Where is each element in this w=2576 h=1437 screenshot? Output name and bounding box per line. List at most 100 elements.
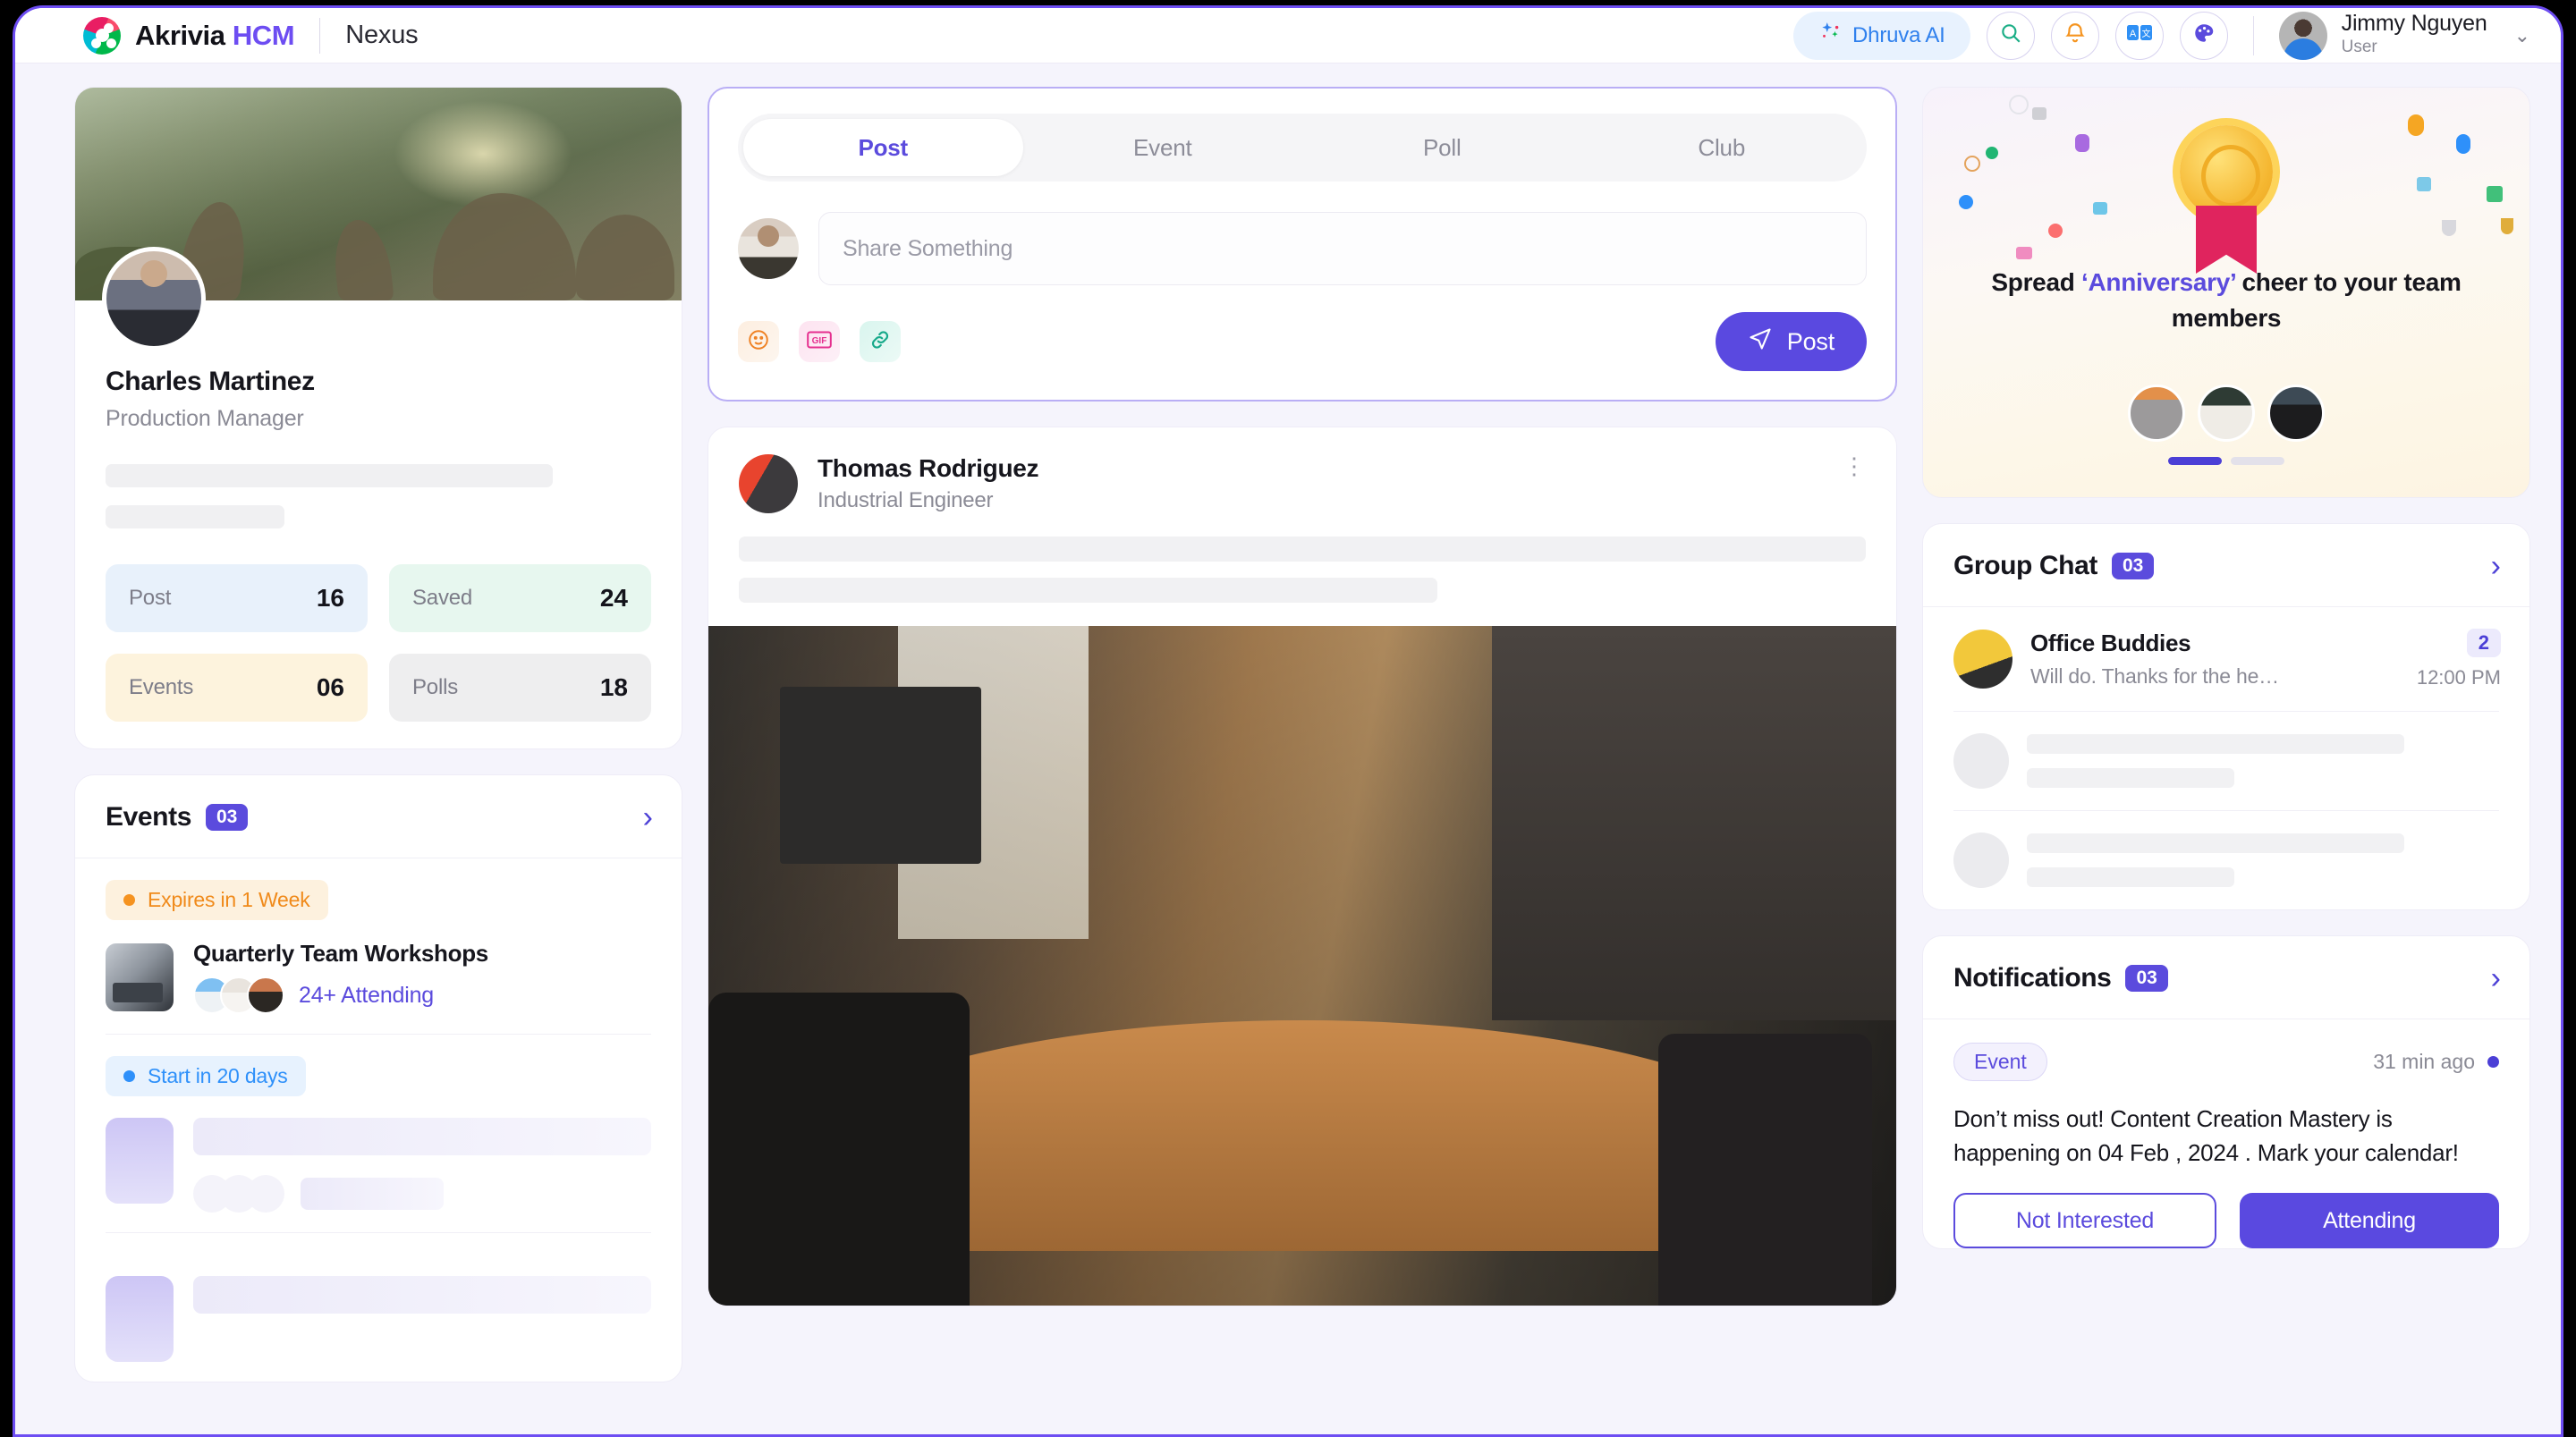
profile-stats: Post 16 Saved 24 Events 06 Polls 18 bbox=[106, 564, 651, 722]
notifications-chevron-right-icon[interactable]: › bbox=[2491, 963, 2501, 993]
translate-icon: A 文 bbox=[2126, 23, 2153, 47]
chat-time: 12:00 PM bbox=[2416, 666, 2501, 689]
tab-event[interactable]: Event bbox=[1023, 119, 1303, 176]
event-item-3[interactable] bbox=[75, 1233, 682, 1382]
avatar[interactable] bbox=[2198, 385, 2255, 442]
attending-button[interactable]: Attending bbox=[2240, 1193, 2499, 1249]
svg-text:文: 文 bbox=[2141, 28, 2150, 39]
group-chat-header: Group Chat 03 › bbox=[1923, 524, 2529, 607]
header-actions: Dhruva AI A 文 Jimmy Nguyen User ⌄ bbox=[1793, 11, 2530, 60]
events-chevron-right-icon[interactable]: › bbox=[643, 802, 653, 833]
event-status-badge: Expires in 1 Week bbox=[106, 880, 328, 920]
chat-list-item[interactable]: Office Buddies Will do. Thanks for the h… bbox=[1923, 607, 2529, 711]
event-item-1[interactable]: Expires in 1 Week Quarterly Team Worksho… bbox=[75, 858, 682, 1034]
feed-post-card: Thomas Rodriguez Industrial Engineer ⋮ bbox=[708, 427, 1897, 1306]
stat-polls[interactable]: Polls 18 bbox=[389, 654, 651, 722]
carousel-dots bbox=[1923, 457, 2529, 465]
emoji-button[interactable] bbox=[738, 321, 779, 362]
events-header: Events 03 › bbox=[75, 775, 682, 858]
brand-logo[interactable]: Akrivia HCM bbox=[83, 16, 295, 55]
notifications-count-badge: 03 bbox=[2125, 965, 2168, 992]
post-submit-label: Post bbox=[1786, 327, 1835, 355]
carousel-dot-2[interactable] bbox=[2231, 457, 2284, 465]
brand-title: Akrivia HCM bbox=[135, 19, 295, 51]
palette-icon bbox=[2192, 21, 2216, 49]
profile-avatar[interactable] bbox=[102, 247, 206, 351]
theme-button[interactable] bbox=[2179, 11, 2228, 60]
notification-tag: Event bbox=[1953, 1043, 2047, 1081]
search-button[interactable] bbox=[1986, 11, 2035, 60]
ribbon-icon bbox=[2196, 206, 2257, 274]
gif-button[interactable]: GIF bbox=[799, 321, 840, 362]
user-name: Jimmy Nguyen bbox=[2341, 11, 2487, 37]
post-author-name: Thomas Rodriguez bbox=[818, 454, 1039, 482]
event-skeleton-row bbox=[106, 1118, 651, 1213]
notifications-button[interactable] bbox=[2050, 11, 2099, 60]
stat-post[interactable]: Post 16 bbox=[106, 564, 368, 632]
dhruva-ai-button[interactable]: Dhruva AI bbox=[1793, 11, 1970, 60]
group-chat-count-badge: 03 bbox=[2112, 553, 2155, 579]
unread-dot-icon bbox=[2487, 1056, 2499, 1068]
event-title: Quarterly Team Workshops bbox=[193, 940, 488, 967]
group-chat-title: Group Chat bbox=[1953, 551, 2097, 580]
left-sidebar: Charles Martinez Production Manager Post… bbox=[74, 87, 682, 1434]
avatar[interactable] bbox=[2128, 385, 2185, 442]
tab-club[interactable]: Club bbox=[1582, 119, 1862, 176]
user-menu[interactable]: Jimmy Nguyen User ⌄ bbox=[2278, 11, 2530, 60]
event-item-2[interactable]: Start in 20 days bbox=[75, 1035, 682, 1232]
event-skeleton-row-2 bbox=[106, 1276, 651, 1362]
avatar[interactable] bbox=[2267, 385, 2325, 442]
status-dot-icon-2 bbox=[123, 1070, 135, 1082]
send-icon bbox=[1748, 326, 1773, 358]
search-icon bbox=[1999, 21, 2022, 49]
post-image bbox=[708, 626, 1896, 1306]
emoji-icon bbox=[747, 328, 770, 356]
group-chat-card: Group Chat 03 › Office Buddies Will do. … bbox=[1922, 523, 2530, 910]
post-author-role: Industrial Engineer bbox=[818, 488, 994, 512]
carousel-dot-1[interactable] bbox=[2168, 457, 2222, 465]
user-role: User bbox=[2341, 37, 2377, 56]
post-skeleton-text bbox=[708, 513, 1896, 603]
chat-name: Office Buddies bbox=[2030, 630, 2191, 656]
composer-tabs: Post Event Poll Club bbox=[738, 114, 1867, 182]
tab-post[interactable]: Post bbox=[743, 119, 1023, 176]
stat-saved[interactable]: Saved 24 bbox=[389, 564, 651, 632]
chevron-down-icon[interactable]: ⌄ bbox=[2514, 24, 2530, 47]
svg-text:GIF: GIF bbox=[812, 336, 827, 346]
anniversary-banner[interactable]: Spread ‘Anniversary’ cheer to your team … bbox=[1922, 87, 2530, 498]
profile-name: Charles Martinez bbox=[106, 367, 315, 396]
translate-button[interactable]: A 文 bbox=[2114, 11, 2164, 60]
dhruva-ai-label: Dhruva AI bbox=[1852, 22, 1945, 47]
share-input[interactable]: Share Something bbox=[818, 212, 1867, 285]
main-feed: Post Event Poll Club Share Something GIF… bbox=[708, 87, 1897, 1434]
profile-skeleton-line-2 bbox=[106, 505, 284, 528]
header-divider bbox=[319, 17, 321, 54]
post-submit-button[interactable]: Post bbox=[1715, 312, 1867, 371]
page-body: Charles Martinez Production Manager Post… bbox=[15, 63, 2561, 1434]
notifications-title: Notifications bbox=[1953, 963, 2112, 993]
event-thumbnail bbox=[106, 943, 174, 1011]
link-button[interactable] bbox=[860, 321, 901, 362]
events-count-badge: 03 bbox=[205, 804, 249, 831]
chat-unread-badge: 2 bbox=[2466, 629, 2501, 657]
post-more-icon[interactable]: ⋮ bbox=[1843, 454, 1866, 478]
notification-text: Don’t miss out! Content Creation Mastery… bbox=[1953, 1105, 2459, 1166]
post-author-avatar[interactable] bbox=[739, 454, 798, 513]
event-status-badge-2: Start in 20 days bbox=[106, 1056, 306, 1096]
sparkle-icon bbox=[1818, 21, 1842, 50]
profile-cover-image bbox=[75, 88, 682, 351]
gif-icon: GIF bbox=[807, 330, 832, 354]
event-attending-count[interactable]: 24+ Attending bbox=[299, 983, 434, 1009]
post-composer: Post Event Poll Club Share Something GIF… bbox=[708, 87, 1897, 402]
anniversary-message: Spread ‘Anniversary’ cheer to your team … bbox=[1991, 268, 2462, 332]
chat-preview: Will do. Thanks for the he… bbox=[2030, 664, 2279, 688]
stat-events[interactable]: Events 06 bbox=[106, 654, 368, 722]
bell-icon bbox=[2063, 21, 2087, 49]
top-header: Akrivia HCM Nexus Dhruva AI A 文 Jimmy Ng… bbox=[15, 8, 2561, 63]
medal-icon bbox=[2180, 125, 2273, 218]
group-chat-chevron-right-icon[interactable]: › bbox=[2491, 551, 2501, 581]
not-interested-button[interactable]: Not Interested bbox=[1953, 1193, 2216, 1249]
notification-item: Event 31 min ago Don’t miss out! Content… bbox=[1923, 1019, 2529, 1249]
chat-avatar bbox=[1953, 630, 2012, 689]
tab-poll[interactable]: Poll bbox=[1302, 119, 1582, 176]
